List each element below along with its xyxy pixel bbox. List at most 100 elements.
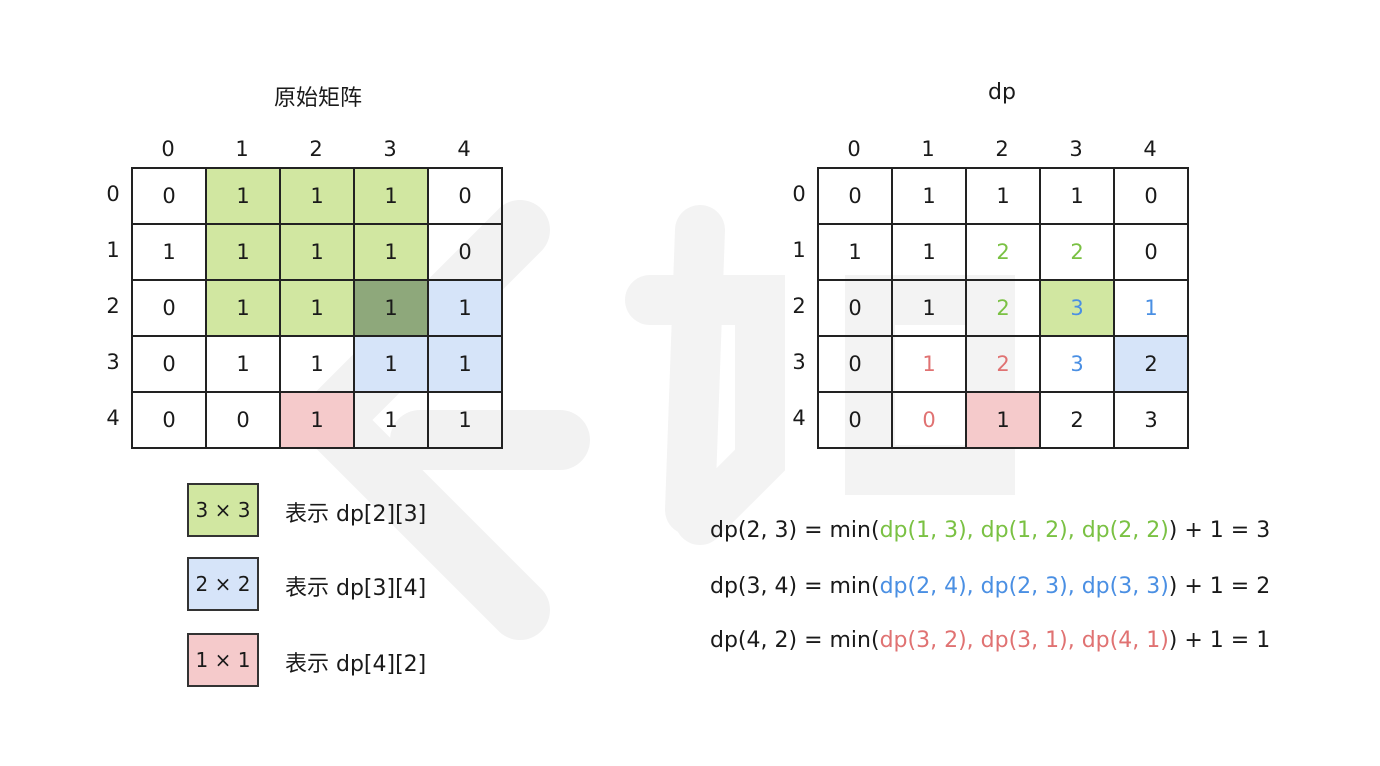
grid-cell: 1 (279, 335, 355, 393)
grid-cell: 1 (891, 335, 967, 393)
row-header: 3 (792, 350, 806, 374)
grid-cell: 1 (427, 391, 503, 449)
grid-cell: 0 (427, 167, 503, 225)
legend-text: 表示 dp[2][3] (285, 502, 427, 527)
grid-cell: 1 (205, 279, 281, 337)
grid-cell: 2 (1113, 335, 1189, 393)
legend-box-label: 2 × 2 (195, 572, 251, 596)
grid-cell: 1 (427, 335, 503, 393)
grid-cell: 0 (891, 391, 967, 449)
grid-cell: 0 (131, 335, 207, 393)
legend-box-label: 1 × 1 (195, 648, 251, 672)
grid-row: 11220 (817, 223, 1189, 281)
grid-cell: 1 (279, 223, 355, 281)
formula-prefix: dp(4, 2) = min( (710, 628, 880, 653)
legend-box-blue: 2 × 2 (187, 557, 259, 611)
column-header: 2 (995, 137, 1009, 161)
legend-box-red: 1 × 1 (187, 633, 259, 687)
grid-row: 01110 (131, 167, 503, 225)
grid-row: 01111 (131, 279, 503, 337)
grid-row: 00123 (817, 391, 1189, 449)
grid-cell: 1 (205, 223, 281, 281)
grid-cell: 0 (817, 335, 893, 393)
column-header: 2 (309, 137, 323, 161)
grid-cell: 2 (965, 279, 1041, 337)
column-header: 4 (457, 137, 471, 161)
row-header: 1 (106, 238, 120, 262)
row-header: 0 (106, 182, 120, 206)
column-header: 3 (1069, 137, 1083, 161)
column-header: 4 (1143, 137, 1157, 161)
grid-cell: 1 (1113, 279, 1189, 337)
grid-cell: 0 (131, 279, 207, 337)
formula-line: dp(3, 4) = min(dp(2, 4), dp(2, 3), dp(3,… (710, 574, 1270, 599)
grid-row: 00111 (131, 391, 503, 449)
grid-cell: 1 (353, 391, 429, 449)
formula-args: dp(1, 3), dp(1, 2), dp(2, 2) (879, 518, 1169, 543)
formula-args: dp(2, 4), dp(2, 3), dp(3, 3) (879, 574, 1169, 599)
formula-line: dp(4, 2) = min(dp(3, 2), dp(3, 1), dp(4,… (710, 628, 1270, 653)
row-header: 1 (792, 238, 806, 262)
grid-cell: 1 (965, 391, 1041, 449)
grid-cell: 1 (205, 335, 281, 393)
grid-cell: 1 (817, 223, 893, 281)
grid-cell: 2 (965, 335, 1041, 393)
grid-row: 01231 (817, 279, 1189, 337)
formula-line: dp(2, 3) = min(dp(1, 3), dp(1, 2), dp(2,… (710, 518, 1270, 543)
row-header: 4 (106, 406, 120, 430)
grid-cell: 3 (1039, 335, 1115, 393)
grid-cell: 1 (1039, 167, 1115, 225)
row-header: 0 (792, 182, 806, 206)
legend-text: 表示 dp[3][4] (285, 576, 427, 601)
column-header: 1 (235, 137, 249, 161)
grid-cell: 0 (1113, 223, 1189, 281)
grid-cell: 0 (1113, 167, 1189, 225)
grid-cell: 3 (1039, 279, 1115, 337)
grid-cell: 1 (965, 167, 1041, 225)
column-header: 1 (921, 137, 935, 161)
grid-cell: 3 (1113, 391, 1189, 449)
grid-cell: 1 (279, 391, 355, 449)
formula-suffix: ) + 1 = 1 (1168, 628, 1271, 653)
grid-cell: 1 (205, 167, 281, 225)
dp-matrix: 0111011220012310123200123 (817, 167, 1189, 449)
row-header: 3 (106, 350, 120, 374)
grid-cell: 1 (891, 167, 967, 225)
grid-row: 01111 (131, 335, 503, 393)
row-header: 4 (792, 406, 806, 430)
left-title: 原始矩阵 (273, 86, 362, 111)
column-header: 0 (161, 137, 175, 161)
grid-cell: 1 (353, 279, 429, 337)
row-header: 2 (106, 294, 120, 318)
grid-cell: 0 (817, 279, 893, 337)
right-title: dp (988, 80, 1016, 105)
grid-row: 01232 (817, 335, 1189, 393)
grid-cell: 1 (427, 279, 503, 337)
original-matrix: 0111011110011110111100111 (131, 167, 503, 449)
grid-row: 11110 (131, 223, 503, 281)
grid-cell: 0 (427, 223, 503, 281)
grid-cell: 0 (131, 391, 207, 449)
formula-suffix: ) + 1 = 2 (1168, 574, 1271, 599)
grid-row: 01110 (817, 167, 1189, 225)
grid-cell: 0 (817, 391, 893, 449)
grid-cell: 1 (131, 223, 207, 281)
formula-suffix: ) + 1 = 3 (1168, 518, 1271, 543)
column-header: 0 (847, 137, 861, 161)
grid-cell: 2 (1039, 223, 1115, 281)
grid-cell: 1 (353, 223, 429, 281)
row-header: 2 (792, 294, 806, 318)
legend-box-green: 3 × 3 (187, 483, 259, 537)
formula-args: dp(3, 2), dp(3, 1), dp(4, 1) (879, 628, 1169, 653)
grid-cell: 1 (279, 279, 355, 337)
grid-cell: 0 (817, 167, 893, 225)
grid-cell: 0 (205, 391, 281, 449)
grid-cell: 1 (891, 223, 967, 281)
legend-box-label: 3 × 3 (195, 498, 251, 522)
grid-cell: 2 (1039, 391, 1115, 449)
legend-text: 表示 dp[4][2] (285, 652, 427, 677)
grid-cell: 0 (131, 167, 207, 225)
grid-cell: 1 (279, 167, 355, 225)
grid-cell: 2 (965, 223, 1041, 281)
grid-cell: 1 (353, 167, 429, 225)
